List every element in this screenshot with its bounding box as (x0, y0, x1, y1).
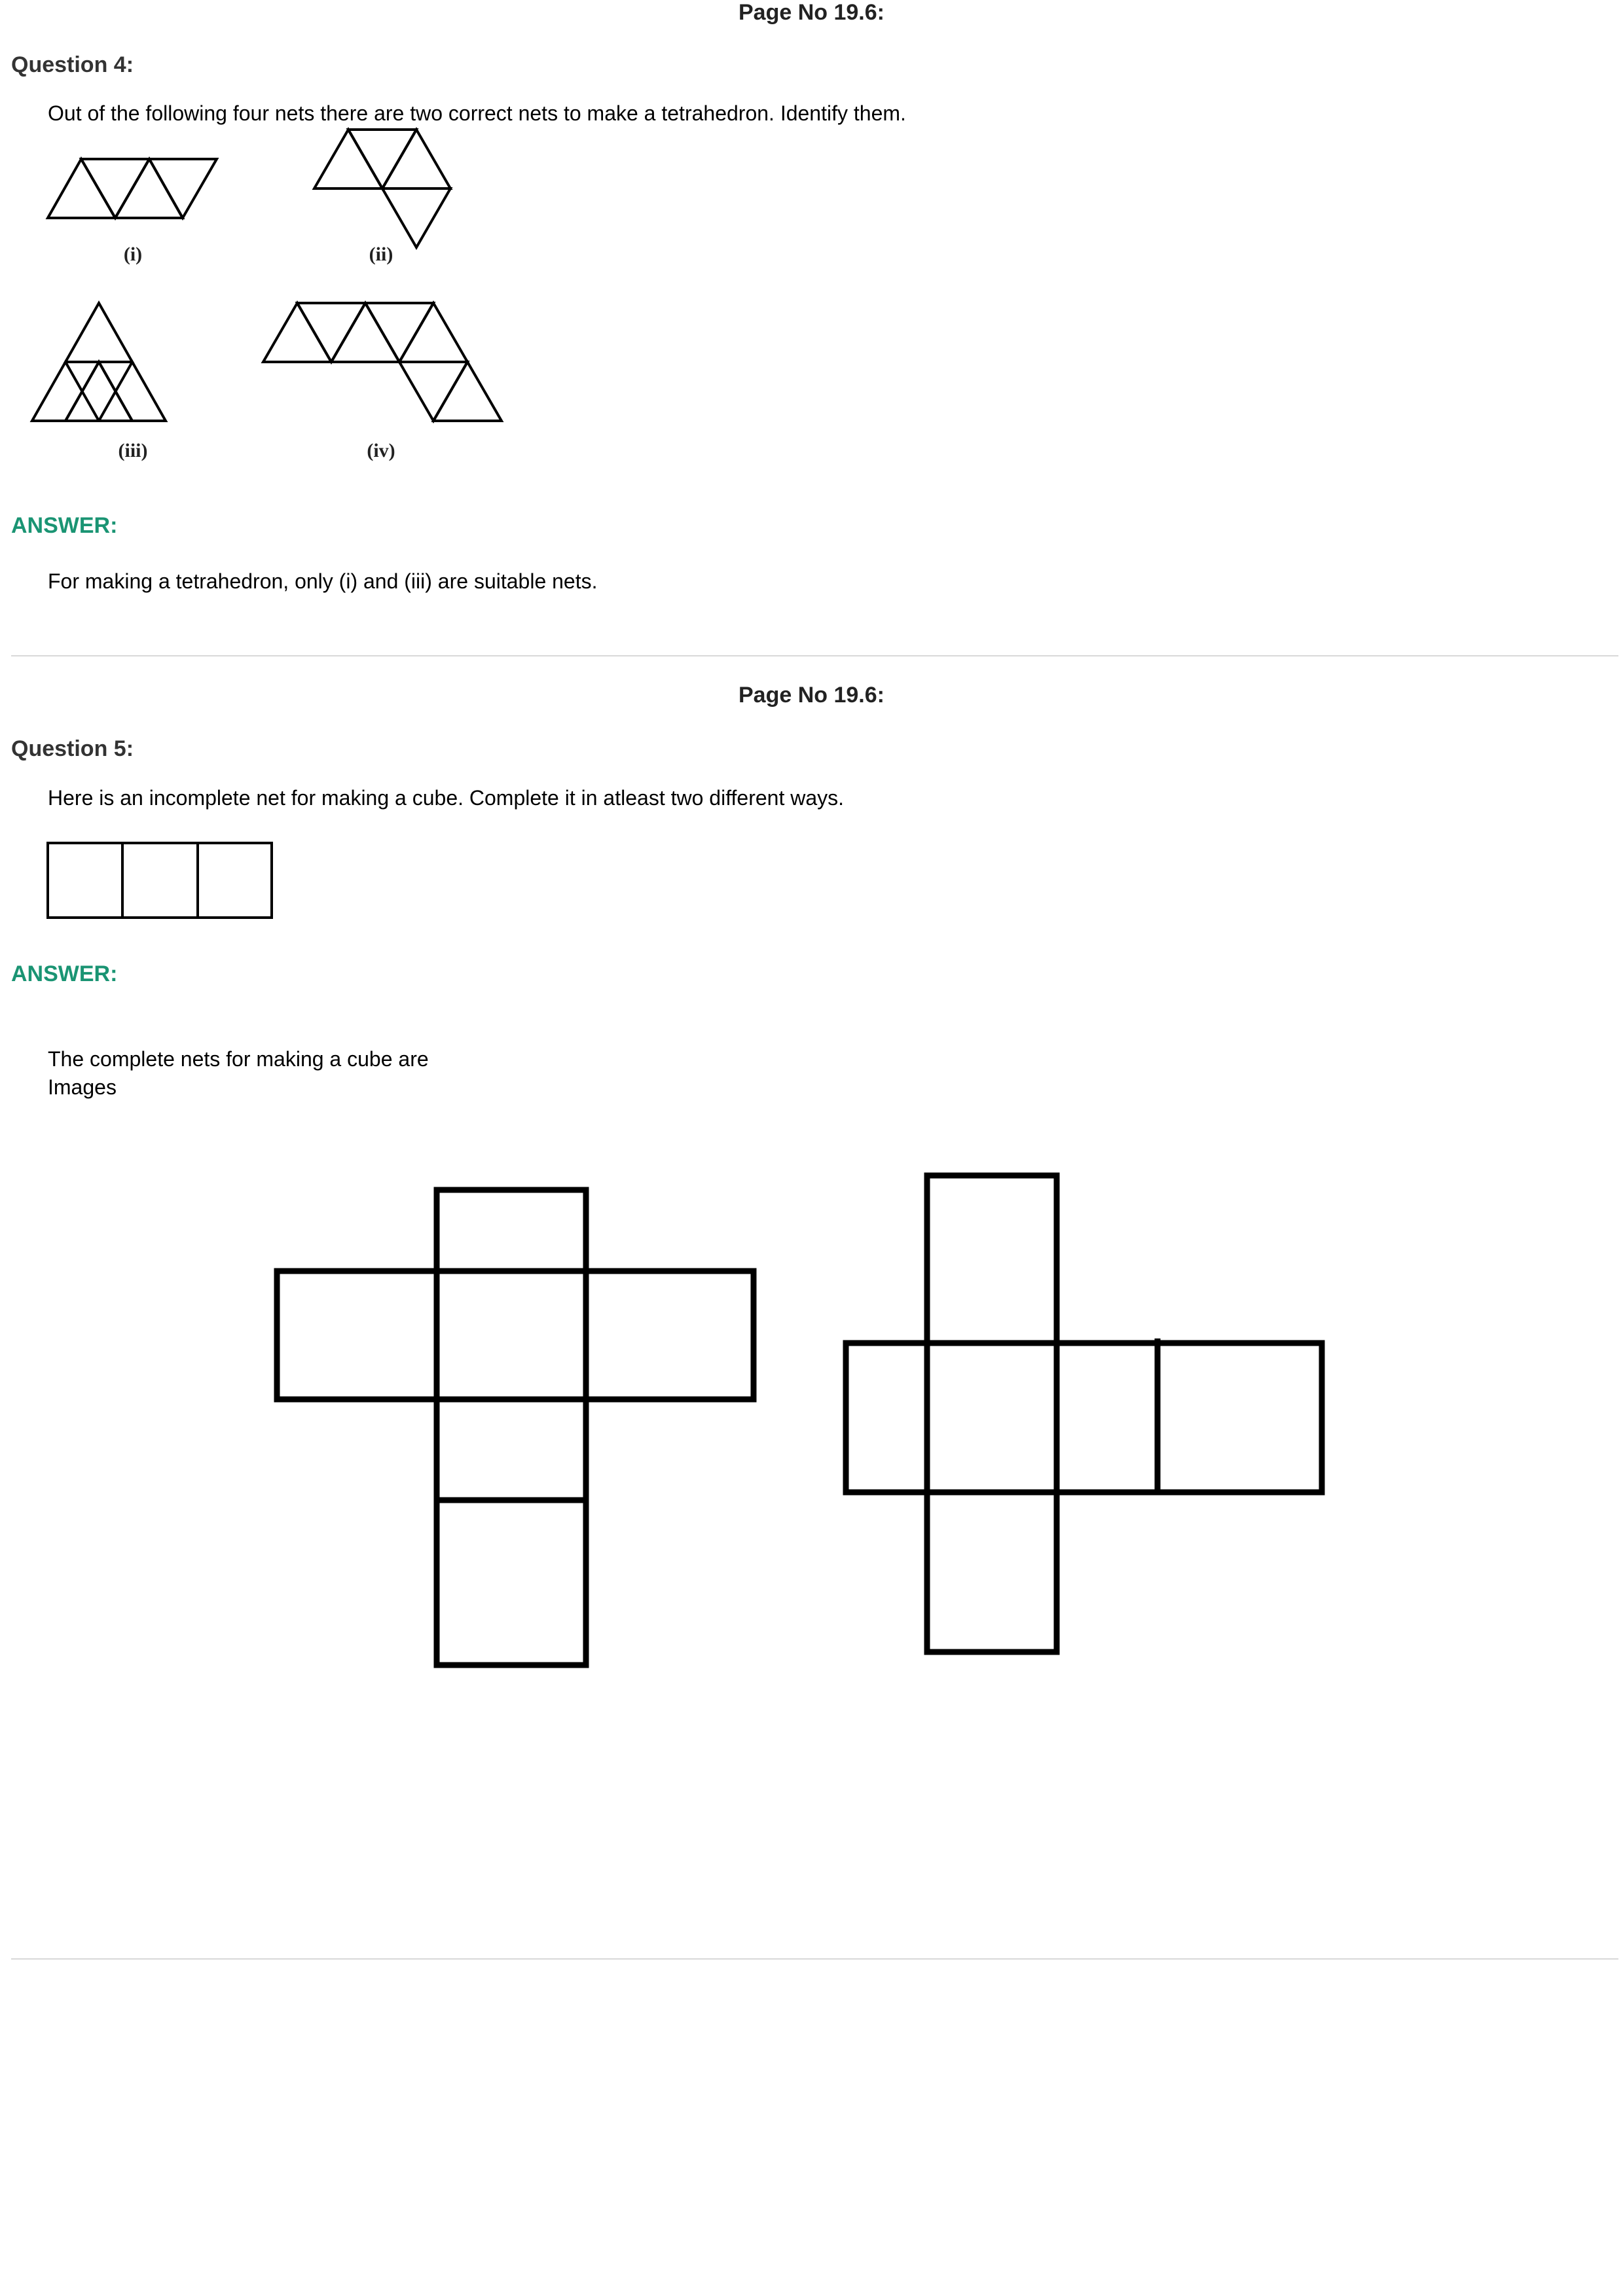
section-divider (11, 655, 1618, 656)
answer-label-q4: ANSWER: (11, 513, 118, 538)
net-iv-triangles (261, 300, 504, 423)
figure-label-i: (i) (123, 243, 143, 265)
tetrahedron-net-i (29, 127, 504, 423)
question-4-text: Out of the following four nets there are… (48, 101, 906, 125)
question-5-label: Question 5: (11, 736, 134, 761)
page-number-heading: Page No 19.6: (739, 0, 884, 25)
figure-label-iv: (iv) (367, 440, 395, 461)
question-4-label: Question 4: (11, 52, 134, 77)
answer-text-q5-line1: The complete nets for making a cube are (48, 1047, 429, 1071)
answer-text-q4: For making a tetrahedron, only (i) and (… (48, 569, 598, 593)
net-i-triangles (45, 156, 219, 221)
cube-net-1 (274, 1187, 757, 1668)
net-iii-triangles (29, 300, 168, 422)
answer-label-q5: ANSWER: (11, 961, 118, 986)
figure-label-iii: (iii) (118, 440, 148, 461)
section-divider-bottom (11, 1958, 1618, 1960)
answer-text-q5-line2: Images (48, 1075, 117, 1099)
cube-net-2 (843, 1172, 1325, 1655)
figure-label-ii: (ii) (369, 243, 393, 265)
incomplete-cube-net (46, 842, 273, 919)
page-number-heading-2: Page No 19.6: (739, 683, 884, 708)
net-ii-triangles (312, 127, 453, 250)
question-5-text: Here is an incomplete net for making a c… (48, 786, 845, 810)
